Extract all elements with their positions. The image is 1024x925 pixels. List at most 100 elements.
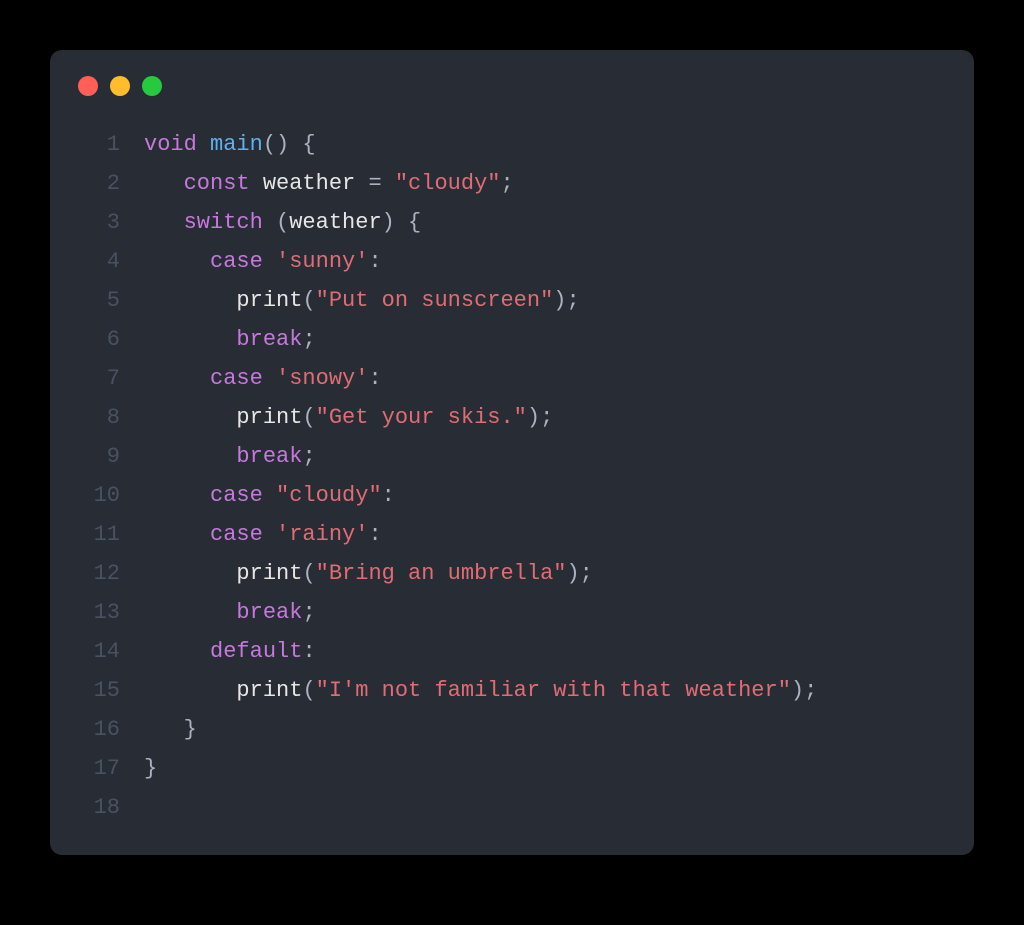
code-line: 13 break; — [78, 593, 946, 632]
code-content: print("I'm not familiar with that weathe… — [144, 671, 946, 710]
line-number: 18 — [78, 788, 144, 827]
code-content: break; — [144, 437, 946, 476]
code-line: 15 print("I'm not familiar with that wea… — [78, 671, 946, 710]
token: 'sunny' — [276, 249, 368, 274]
code-line: 11 case 'rainy': — [78, 515, 946, 554]
code-content: const weather = "cloudy"; — [144, 164, 946, 203]
token: ( — [302, 561, 315, 586]
code-window: 1void main() {2 const weather = "cloudy"… — [50, 50, 974, 855]
line-number: 3 — [78, 203, 144, 242]
line-number: 14 — [78, 632, 144, 671]
token: main — [210, 132, 263, 157]
code-content: case 'sunny': — [144, 242, 946, 281]
token: ); — [791, 678, 817, 703]
token: 'snowy' — [276, 366, 368, 391]
minimize-icon[interactable] — [110, 76, 130, 96]
token: ; — [302, 444, 315, 469]
token — [144, 678, 236, 703]
token: ( — [302, 678, 315, 703]
token: break — [236, 600, 302, 625]
line-number: 13 — [78, 593, 144, 632]
token: case — [210, 522, 263, 547]
code-line: 12 print("Bring an umbrella"); — [78, 554, 946, 593]
code-line: 10 case "cloudy": — [78, 476, 946, 515]
token: : — [368, 522, 381, 547]
code-content: break; — [144, 320, 946, 359]
token — [144, 288, 236, 313]
token: switch — [184, 210, 263, 235]
zoom-icon[interactable] — [142, 76, 162, 96]
token: break — [236, 444, 302, 469]
token: "I'm not familiar with that weather" — [316, 678, 791, 703]
line-number: 2 — [78, 164, 144, 203]
token: () { — [263, 132, 316, 157]
token: case — [210, 366, 263, 391]
token — [263, 366, 276, 391]
token: : — [302, 639, 315, 664]
token: ; — [302, 600, 315, 625]
token: ); — [553, 288, 579, 313]
code-line: 6 break; — [78, 320, 946, 359]
token: void — [144, 132, 197, 157]
token: print — [236, 405, 302, 430]
code-content: default: — [144, 632, 946, 671]
code-content: } — [144, 749, 946, 788]
code-content — [144, 788, 946, 827]
code-line: 16 } — [78, 710, 946, 749]
token — [144, 600, 236, 625]
code-content: print("Put on sunscreen"); — [144, 281, 946, 320]
token: ( — [263, 210, 289, 235]
close-icon[interactable] — [78, 76, 98, 96]
code-line: 18 — [78, 788, 946, 827]
token: "Get your skis." — [316, 405, 527, 430]
line-number: 17 — [78, 749, 144, 788]
line-number: 10 — [78, 476, 144, 515]
token — [144, 522, 210, 547]
token: print — [236, 678, 302, 703]
code-line: 3 switch (weather) { — [78, 203, 946, 242]
token: = — [355, 171, 395, 196]
line-number: 6 — [78, 320, 144, 359]
token — [144, 561, 236, 586]
line-number: 1 — [78, 125, 144, 164]
token: print — [236, 561, 302, 586]
token: case — [210, 483, 263, 508]
token: ); — [527, 405, 553, 430]
token — [263, 522, 276, 547]
code-content: case 'snowy': — [144, 359, 946, 398]
token — [144, 171, 184, 196]
token: break — [236, 327, 302, 352]
token — [144, 249, 210, 274]
code-line: 9 break; — [78, 437, 946, 476]
token: "cloudy" — [395, 171, 501, 196]
token: 'rainy' — [276, 522, 368, 547]
code-line: 5 print("Put on sunscreen"); — [78, 281, 946, 320]
code-content: break; — [144, 593, 946, 632]
code-line: 1void main() { — [78, 125, 946, 164]
token — [144, 366, 210, 391]
line-number: 4 — [78, 242, 144, 281]
token: weather — [263, 171, 355, 196]
line-number: 5 — [78, 281, 144, 320]
token — [144, 405, 236, 430]
token — [144, 444, 236, 469]
token — [263, 483, 276, 508]
token: weather — [289, 210, 381, 235]
token: case — [210, 249, 263, 274]
code-content: void main() { — [144, 125, 946, 164]
code-line: 14 default: — [78, 632, 946, 671]
line-number: 7 — [78, 359, 144, 398]
token — [144, 639, 210, 664]
token: : — [368, 366, 381, 391]
code-content: } — [144, 710, 946, 749]
token — [144, 483, 210, 508]
token: ( — [302, 288, 315, 313]
line-number: 12 — [78, 554, 144, 593]
code-editor: 1void main() {2 const weather = "cloudy"… — [78, 125, 946, 835]
token: print — [236, 288, 302, 313]
code-content: switch (weather) { — [144, 203, 946, 242]
code-line: 8 print("Get your skis."); — [78, 398, 946, 437]
token: } — [144, 717, 197, 742]
code-content: print("Get your skis."); — [144, 398, 946, 437]
token — [144, 327, 236, 352]
